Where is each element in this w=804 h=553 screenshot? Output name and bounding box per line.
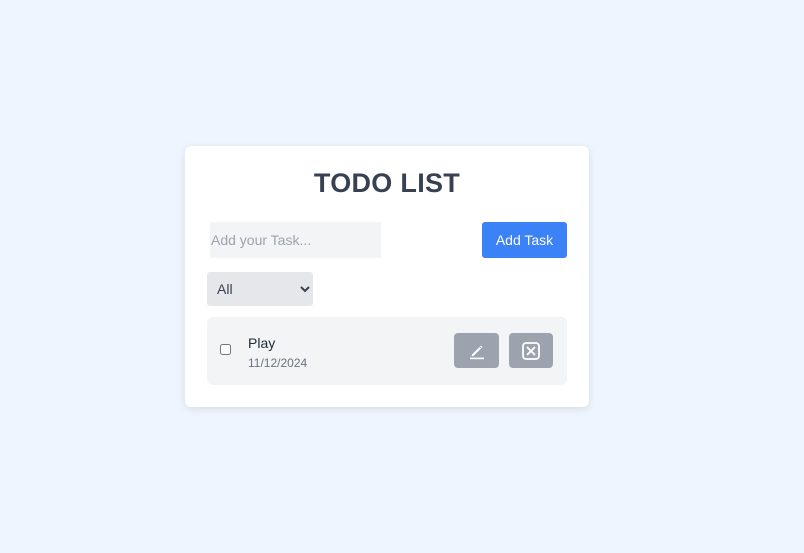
edit-button[interactable] bbox=[454, 333, 499, 368]
add-task-button[interactable]: Add Task bbox=[482, 222, 567, 258]
todo-name: Play bbox=[248, 335, 276, 351]
close-box-icon bbox=[522, 341, 540, 360]
pencil-icon bbox=[469, 345, 484, 359]
todo-checkbox[interactable] bbox=[220, 344, 231, 355]
filter-select[interactable]: All bbox=[207, 272, 313, 306]
page-title: TODO LIST bbox=[313, 168, 461, 198]
todo-item: Play 11/12/2024 bbox=[207, 317, 567, 385]
task-input[interactable] bbox=[210, 222, 381, 258]
todo-date: 11/12/2024 bbox=[248, 356, 308, 370]
todo-card: TODO LIST Add Task All Play 11/12/2024 bbox=[185, 146, 589, 407]
delete-button[interactable] bbox=[509, 333, 553, 368]
todo-text: Play 11/12/2024 bbox=[248, 335, 307, 370]
